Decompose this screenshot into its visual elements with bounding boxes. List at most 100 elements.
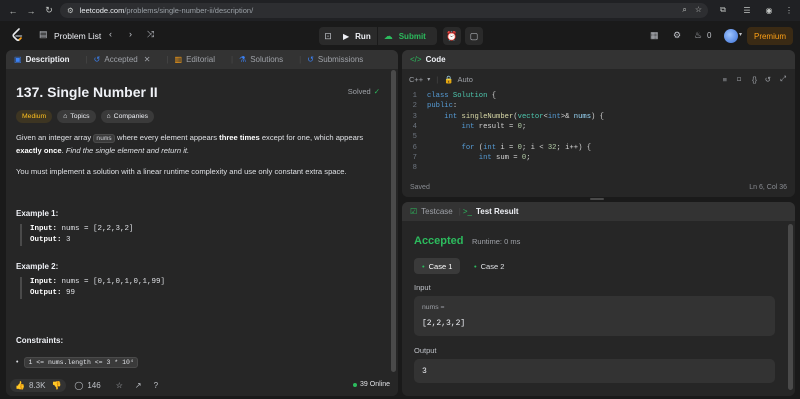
streak-flame-icon[interactable]: ♨	[694, 30, 702, 41]
reset-icon[interactable]: ↺	[765, 75, 771, 84]
bookmark-icon[interactable]: ⌑	[737, 75, 741, 84]
tab-editorial-label: Editorial	[186, 55, 215, 64]
code-line: 5	[402, 133, 427, 143]
line-number: 2	[412, 102, 417, 111]
output-label: Output:	[30, 236, 62, 244]
site-info-icon[interactable]: ⚙	[67, 6, 74, 15]
solved-label: Solved	[347, 87, 371, 96]
close-tab-icon[interactable]: ✕	[144, 55, 151, 64]
inline-code: nums	[93, 134, 115, 143]
tab-testcase[interactable]: ☑ Testcase	[410, 207, 453, 216]
tab-accepted-label: Accepted	[104, 55, 138, 64]
panel-resize-handle[interactable]	[590, 198, 604, 200]
tab-description[interactable]: ▣ Description	[14, 55, 70, 64]
code-editor[interactable]: 1 class Solution { 2 public: 3 int singleN…	[402, 92, 795, 174]
run-label: Run	[355, 31, 371, 41]
code-line: 3 int singleNumber(vector < int >& nums) {	[402, 113, 604, 123]
tab-test-result[interactable]: >_ Test Result	[463, 207, 519, 216]
bookmark-star-icon[interactable]: ☆	[695, 5, 702, 15]
output-box: 3	[414, 359, 775, 383]
submit-button[interactable]: ☁ Submit	[376, 27, 432, 45]
input-section-label: Input	[414, 283, 431, 292]
next-problem-icon[interactable]: ›	[129, 29, 132, 39]
example2-title: Example 2:	[16, 262, 59, 271]
run-button[interactable]: ▶ Run	[337, 27, 377, 45]
layout-icon[interactable]: ▦	[650, 30, 659, 41]
leetcode-logo-icon[interactable]	[11, 28, 24, 42]
tab-editorial[interactable]: ▥ Editorial	[175, 55, 215, 64]
forward-icon[interactable]: →	[24, 4, 38, 18]
shuffle-icon[interactable]: ⤨	[147, 29, 154, 40]
example-input: nums = [0,1,0,1,0,1,99]	[61, 278, 166, 286]
help-icon[interactable]: ?	[154, 381, 158, 390]
code-panel-title: Code	[425, 55, 446, 64]
submit-label: Submit	[398, 31, 426, 41]
tab-submissions[interactable]: ↺ Submissions	[307, 55, 363, 64]
lock-icon: ⌂	[106, 113, 111, 120]
tab-solutions-label: Solutions	[250, 55, 284, 64]
fullscreen-icon[interactable]: ⤢	[780, 74, 786, 84]
tag-icon: ⌂	[63, 113, 68, 120]
description-panel: ▣ Description | ↺ Accepted ✕ | ▥ Editorial |…	[6, 50, 398, 396]
problem-list-link[interactable]: Problem List	[54, 31, 101, 41]
description-footer: 👍 8.3K 👎 ◯ 146 ☆ ↗ ? 39 Online	[6, 374, 398, 396]
tab-search-icon[interactable]: ☰	[740, 3, 754, 17]
tab-divider: |	[299, 55, 302, 64]
settings-gear-icon[interactable]: ⚙	[673, 30, 681, 41]
case-tab-label: Case 2	[480, 261, 505, 271]
terminal-icon: >_	[462, 207, 472, 216]
example1-block: Input: nums = [2,2,3,2] Output: 3	[20, 224, 134, 246]
tab-solutions[interactable]: ⚗ Solutions	[239, 55, 283, 64]
language-select[interactable]: C++ ▾	[409, 75, 430, 84]
online-dot	[353, 382, 358, 387]
zoom-icon[interactable]: ⌕	[682, 5, 686, 15]
constraints-title: Constraints:	[16, 336, 64, 345]
address-bar[interactable]: ⚙ leetcode.com/problems/single-number-ii…	[60, 3, 708, 18]
debug-icon[interactable]: ⊡	[319, 31, 337, 42]
extensions-icon[interactable]: ⧉	[716, 3, 730, 17]
avatar-dropdown-icon[interactable]: ▾	[739, 31, 742, 38]
result-scrollbar[interactable]	[788, 224, 793, 390]
thumbs-down-icon[interactable]: 👎	[51, 381, 61, 390]
auto-label[interactable]: Auto	[458, 75, 473, 84]
toolbar-divider: |	[436, 74, 439, 84]
timer-button[interactable]: ⏰	[443, 27, 461, 45]
share-icon[interactable]: ↗	[135, 381, 142, 390]
check-circle-icon: ✓	[373, 87, 380, 96]
left-scrollbar[interactable]	[391, 70, 396, 372]
format-icon[interactable]: ≡	[723, 75, 727, 84]
notes-button[interactable]: ▢	[465, 27, 483, 45]
tab-description-label: Description	[25, 55, 70, 64]
desc-text: except for one, which appears	[261, 133, 364, 142]
tab-divider: |	[458, 207, 461, 216]
problem-list-icon[interactable]: ▤	[39, 29, 48, 40]
tab-accepted[interactable]: ↺ Accepted ✕	[94, 55, 151, 64]
case-tab-2[interactable]: • Case 2	[468, 258, 510, 274]
run-submit-group: ⊡ ▶ Run ☁ Submit	[319, 27, 437, 45]
braces-icon[interactable]: {}	[752, 75, 757, 84]
checkbox-icon: ☑	[410, 207, 418, 216]
back-icon[interactable]: ←	[6, 4, 20, 18]
chrome-menu-icon[interactable]: ⋮	[782, 3, 796, 17]
premium-button[interactable]: Premium	[747, 27, 793, 45]
flask-icon: ⚗	[239, 55, 247, 64]
avatar[interactable]	[724, 29, 738, 43]
reload-icon[interactable]: ↻	[42, 4, 56, 18]
code-line: 1 class Solution {	[402, 92, 496, 102]
like-button[interactable]: 👍 8.3K 👎	[10, 378, 67, 392]
profile-icon[interactable]: ◉	[762, 3, 776, 17]
topics-tag[interactable]: ⌂ Topics	[57, 110, 96, 123]
comments-button[interactable]: ◯ 146	[74, 381, 100, 390]
example-output: 3	[66, 236, 71, 244]
case-tab-1[interactable]: • Case 1	[414, 258, 461, 274]
prev-problem-icon[interactable]: ‹	[109, 29, 112, 39]
comment-count: 146	[87, 380, 101, 390]
companies-label: Companies	[113, 113, 149, 120]
tab-submissions-label: Submissions	[317, 55, 364, 64]
star-icon[interactable]: ☆	[116, 381, 123, 390]
companies-tag[interactable]: ⌂ Companies	[100, 110, 155, 123]
output-section-label: Output	[414, 346, 437, 355]
url-host: leetcode.com	[79, 6, 125, 15]
result-tabs: ☑ Testcase | >_ Test Result	[402, 202, 795, 221]
line-number: 4	[412, 122, 417, 131]
